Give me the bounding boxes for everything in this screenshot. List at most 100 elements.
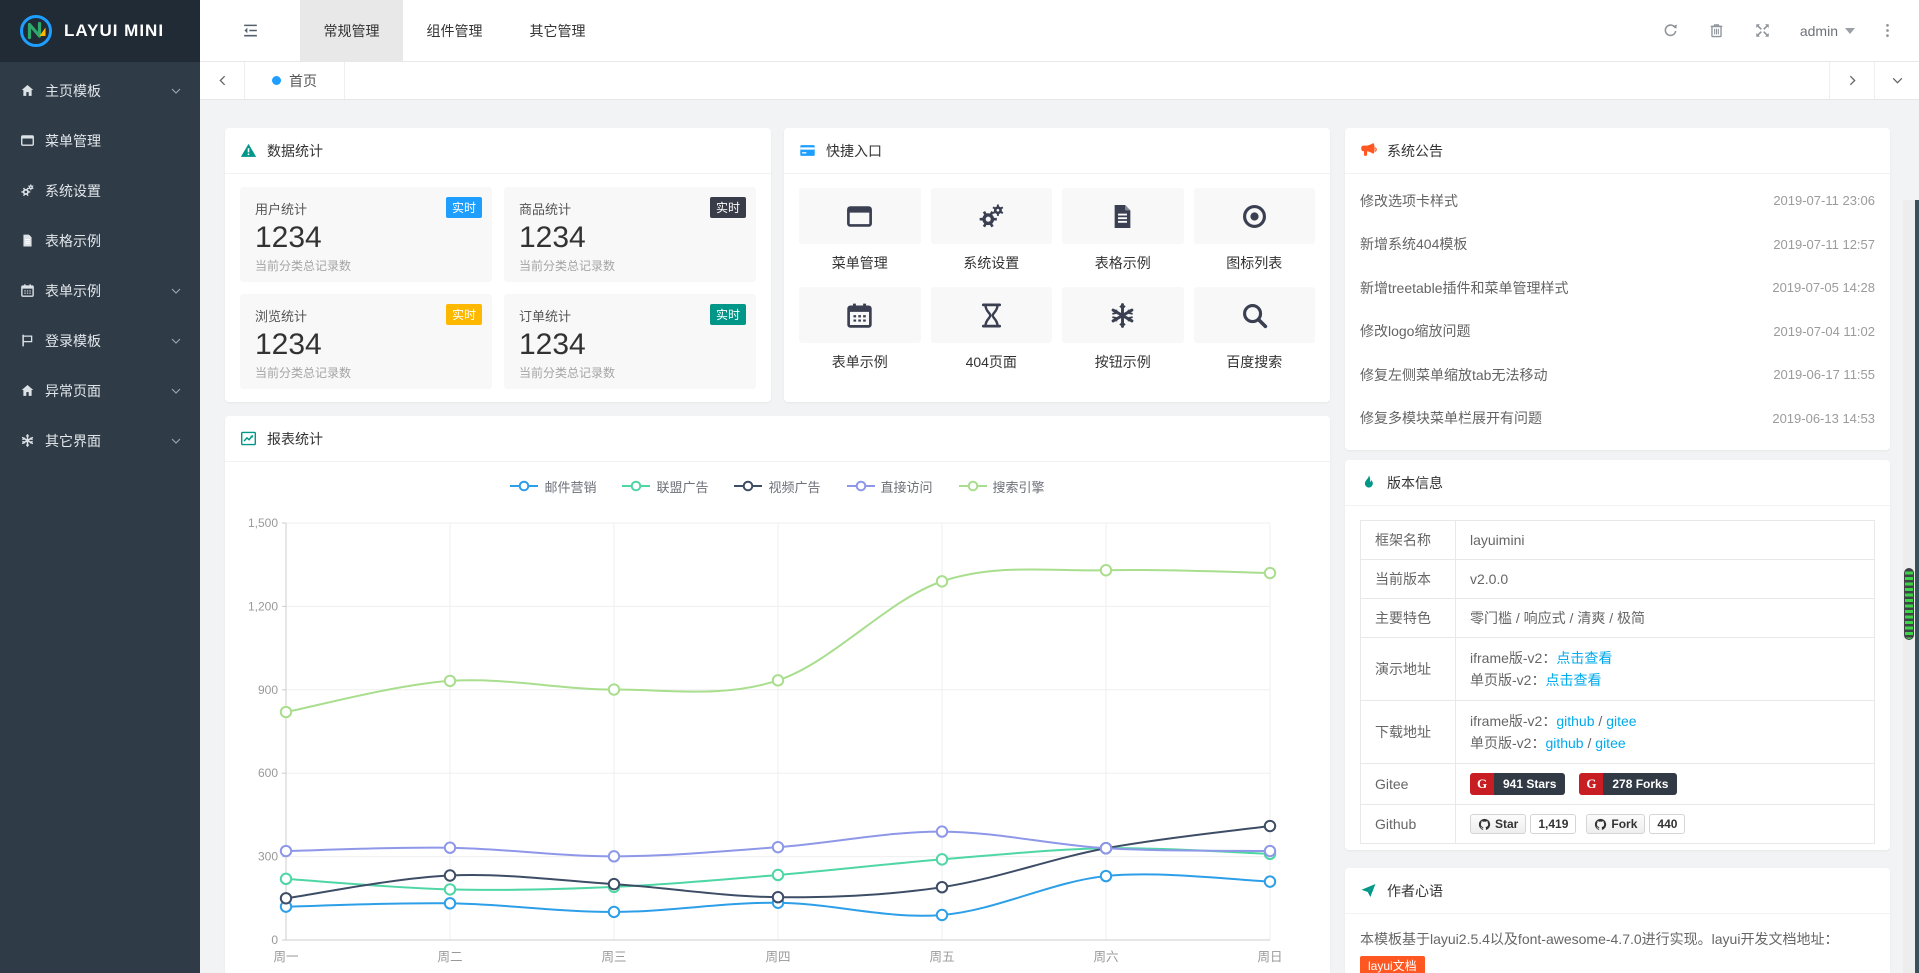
active-tab-dot-icon bbox=[272, 76, 281, 85]
legend-label: 联盟广告 bbox=[656, 477, 708, 496]
quick-entry-system-settings[interactable]: 系统设置 bbox=[931, 188, 1053, 273]
svg-text:周五: 周五 bbox=[929, 950, 954, 964]
sidebar-item-error-pages[interactable]: 异常页面 bbox=[0, 366, 200, 416]
legend-item-1[interactable]: 邮件营销 bbox=[510, 477, 596, 496]
layui-doc-badge[interactable]: layui文档 bbox=[1360, 956, 1425, 973]
quick-entry-menu-management[interactable]: 菜单管理 bbox=[799, 188, 921, 273]
report-chart-svg: 03006009001,2001,500周一周二周三周四周五周六周日 bbox=[240, 499, 1315, 973]
gitee-badge[interactable]: G278 Forks bbox=[1579, 773, 1677, 795]
tab-operations-button[interactable] bbox=[1874, 62, 1919, 99]
report-chart[interactable]: 03006009001,2001,500周一周二周三周四周五周六周日 bbox=[225, 497, 1330, 973]
stat-label: 用户统计 bbox=[255, 199, 477, 218]
sidebar-item-table-demo[interactable]: 表格示例 bbox=[0, 216, 200, 266]
fullscreen-button[interactable] bbox=[1740, 22, 1786, 39]
header-tab-other[interactable]: 其它管理 bbox=[506, 0, 609, 61]
refresh-button[interactable] bbox=[1648, 22, 1694, 39]
clear-cache-button[interactable] bbox=[1694, 22, 1740, 39]
tab-scroll-right-button[interactable] bbox=[1829, 62, 1874, 99]
link-separator: / bbox=[1584, 735, 1596, 751]
svg-text:周三: 周三 bbox=[601, 950, 626, 964]
version-row-label: 框架名称 bbox=[1361, 521, 1456, 560]
sidebar-item-menu-management[interactable]: 菜单管理 bbox=[0, 116, 200, 166]
version-link-line: 单页版-v2：github / gitee bbox=[1470, 732, 1860, 754]
stat-value: 1234 bbox=[255, 328, 477, 362]
quick-entry-button-demo[interactable]: 按钮示例 bbox=[1062, 287, 1184, 372]
gitee-badge[interactable]: G941 Stars bbox=[1470, 773, 1565, 795]
header-tab-components[interactable]: 组件管理 bbox=[403, 0, 506, 61]
app-logo[interactable]: LAYUI MINI bbox=[0, 0, 200, 62]
chevron-right-icon bbox=[1846, 74, 1859, 87]
tab-scroll-left-button[interactable] bbox=[200, 62, 245, 99]
legend-item-3[interactable]: 视频广告 bbox=[734, 477, 820, 496]
scrollbar-thumb[interactable] bbox=[1904, 568, 1914, 640]
github-fork-widget[interactable]: Fork440 bbox=[1586, 814, 1685, 834]
version-link-line: 单页版-v2：点击查看 bbox=[1470, 669, 1860, 691]
github-button-label: Fork bbox=[1611, 817, 1637, 831]
sidebar-item-form-demo[interactable]: 表单示例 bbox=[0, 266, 200, 316]
announcement-date: 2019-07-11 12:57 bbox=[1773, 237, 1875, 252]
gitee-icon: G bbox=[1470, 773, 1494, 795]
version-table-row: 主要特色零门槛 / 响应式 / 清爽 / 极简 bbox=[1361, 599, 1875, 638]
quick-entry-label: 图标列表 bbox=[1194, 253, 1316, 273]
version-row-label: Gitee bbox=[1361, 764, 1456, 805]
quick-entry-label: 表格示例 bbox=[1062, 253, 1184, 273]
version-link[interactable]: github bbox=[1556, 713, 1594, 729]
sidebar-item-system-settings[interactable]: 系统设置 bbox=[0, 166, 200, 216]
header-tab-general[interactable]: 常规管理 bbox=[300, 0, 403, 61]
sidebar-item-label: 异常页面 bbox=[45, 381, 170, 401]
sidebar-item-login-template[interactable]: 登录模板 bbox=[0, 316, 200, 366]
version-link[interactable]: github bbox=[1545, 735, 1583, 751]
github-button[interactable]: Fork bbox=[1586, 814, 1645, 834]
github-star-widget[interactable]: Star1,419 bbox=[1470, 814, 1576, 834]
quick-entry-page-404[interactable]: 404页面 bbox=[931, 287, 1053, 372]
stat-description: 当前分类总记录数 bbox=[519, 257, 741, 274]
card-title: 版本信息 bbox=[1387, 473, 1443, 493]
version-link[interactable]: 点击查看 bbox=[1556, 650, 1612, 666]
stats-grid: 用户统计1234当前分类总记录数实时商品统计1234当前分类总记录数实时浏览统计… bbox=[225, 174, 771, 404]
quick-entry-icon-list[interactable]: 图标列表 bbox=[1194, 188, 1316, 273]
version-table: 框架名称layuimini当前版本v2.0.0主要特色零门槛 / 响应式 / 清… bbox=[1360, 520, 1875, 844]
quick-entry-form-demo[interactable]: 表单示例 bbox=[799, 287, 921, 372]
sidebar-item-home-template[interactable]: 主页模板 bbox=[0, 66, 200, 116]
gitee-badge-label: 941 Stars bbox=[1494, 773, 1565, 795]
tab-home[interactable]: 首页 bbox=[245, 62, 345, 99]
legend-item-4[interactable]: 直接访问 bbox=[847, 477, 933, 496]
svg-text:0: 0 bbox=[271, 933, 278, 947]
status-badge: 实时 bbox=[710, 197, 746, 218]
stat-label: 商品统计 bbox=[519, 199, 741, 218]
github-button[interactable]: Star bbox=[1470, 814, 1526, 834]
legend-marker-icon bbox=[959, 480, 987, 492]
announcement-date: 2019-07-11 23:06 bbox=[1773, 193, 1875, 208]
version-link[interactable]: gitee bbox=[1606, 713, 1636, 729]
legend-item-5[interactable]: 搜索引擎 bbox=[959, 477, 1045, 496]
quick-entry-baidu-search[interactable]: 百度搜索 bbox=[1194, 287, 1316, 372]
sidebar-collapse-button[interactable] bbox=[200, 0, 300, 61]
trash-icon bbox=[1708, 22, 1725, 39]
hourglass-icon bbox=[931, 287, 1053, 343]
card-title: 报表统计 bbox=[267, 429, 323, 449]
version-table-row: 框架名称layuimini bbox=[1361, 521, 1875, 560]
version-table-row: 演示地址iframe版-v2：点击查看单页版-v2：点击查看 bbox=[1361, 638, 1875, 701]
sidebar-item-other-ui[interactable]: 其它界面 bbox=[0, 416, 200, 466]
legend-label: 搜索引擎 bbox=[993, 477, 1045, 496]
scrollbar-track[interactable] bbox=[1903, 200, 1919, 973]
more-menu-button[interactable] bbox=[1873, 22, 1901, 39]
author-paragraph: 本模板基于layui2.5.4以及font-awesome-4.7.0进行实现。… bbox=[1360, 931, 1838, 947]
window-icon bbox=[20, 133, 36, 149]
user-menu[interactable]: admin bbox=[1800, 23, 1855, 39]
card-data-statistics: 数据统计 用户统计1234当前分类总记录数实时商品统计1234当前分类总记录数实… bbox=[225, 128, 771, 402]
version-row-label: Github bbox=[1361, 805, 1456, 844]
announcement-text: 新增系统404模板 bbox=[1360, 234, 1467, 254]
stat-description: 当前分类总记录数 bbox=[255, 257, 477, 274]
gitee-icon: G bbox=[1579, 773, 1603, 795]
calendar-icon bbox=[799, 287, 921, 343]
announcement-date: 2019-07-05 14:28 bbox=[1772, 280, 1875, 295]
version-link[interactable]: 点击查看 bbox=[1545, 672, 1601, 688]
link-line-prefix: 单页版-v2： bbox=[1470, 735, 1545, 751]
version-link[interactable]: gitee bbox=[1595, 735, 1625, 751]
quick-entry-label: 百度搜索 bbox=[1194, 352, 1316, 372]
svg-text:1,500: 1,500 bbox=[248, 516, 278, 530]
legend-item-2[interactable]: 联盟广告 bbox=[622, 477, 708, 496]
quick-entry-table-demo[interactable]: 表格示例 bbox=[1062, 188, 1184, 273]
bullhorn-icon bbox=[1360, 142, 1377, 159]
